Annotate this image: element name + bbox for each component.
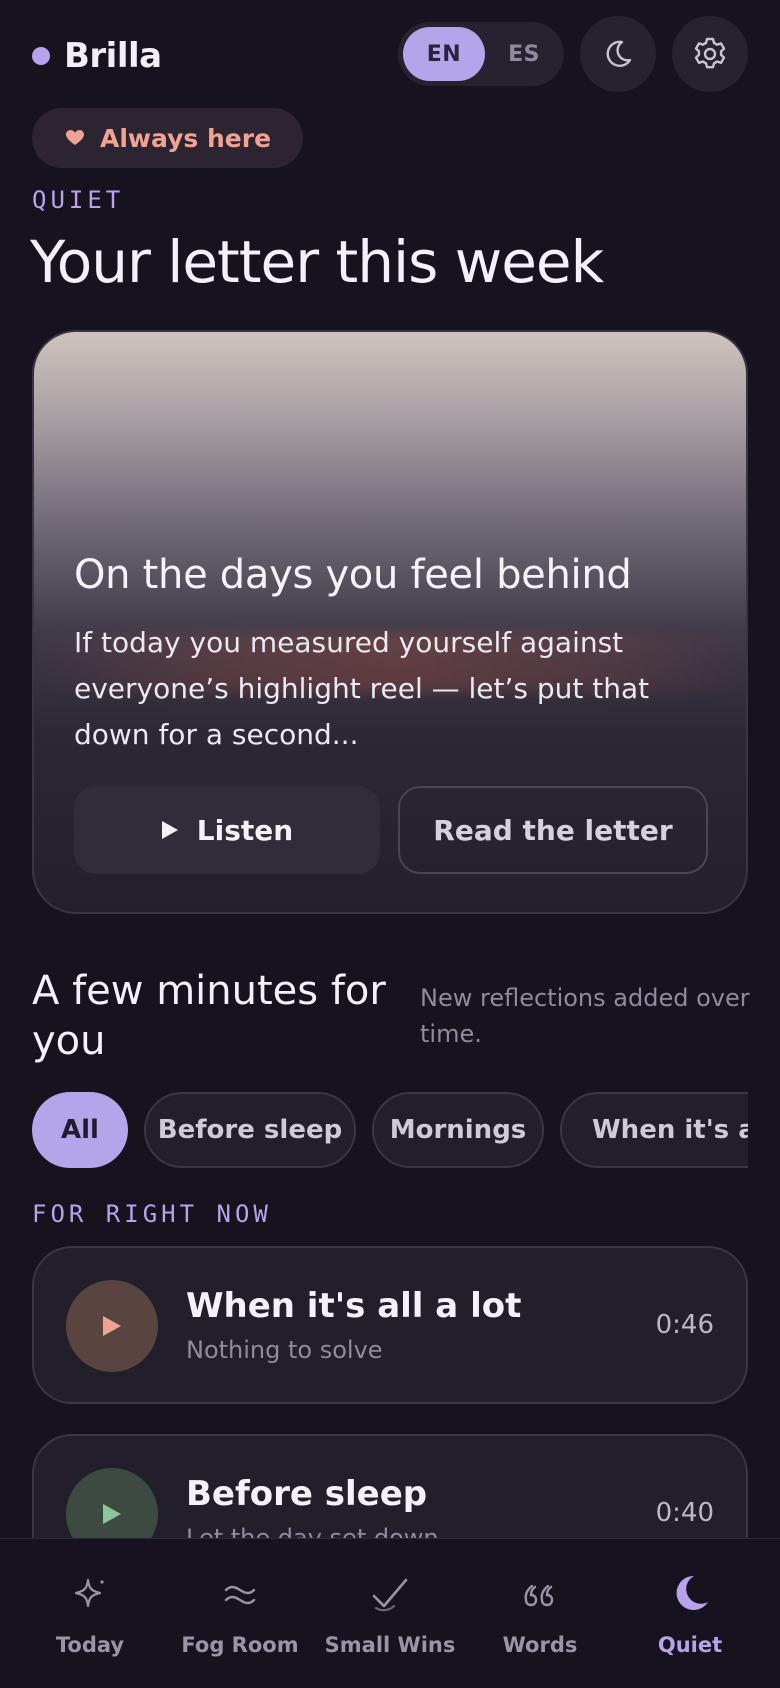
dark-mode-button[interactable] [580, 16, 656, 92]
gear-icon [694, 37, 726, 69]
weekly-letter-card: On the days you feel behind If today you… [32, 330, 748, 914]
filter-chip-before-sleep[interactable]: Before sleep [144, 1092, 356, 1168]
app-name: Brilla [64, 36, 162, 76]
waves-icon [220, 1569, 260, 1619]
nav-label: Words [502, 1633, 578, 1657]
filter-chip-when-its-a-lot[interactable]: When it's a lot [560, 1092, 748, 1168]
read-letter-label: Read the letter [433, 813, 673, 847]
always-here-label: Always here [100, 123, 272, 153]
section-subtitle: New reflections added over time. [420, 984, 750, 1048]
for-right-now-eyebrow: FOR RIGHT NOW [32, 1200, 272, 1228]
filter-chips: All Before sleep Mornings When it's a lo… [32, 1092, 748, 1168]
track-card[interactable]: When it's all a lot Nothing to solve 0:4… [32, 1246, 748, 1404]
language-toggle: EN ES [398, 22, 564, 86]
quote-icon [520, 1569, 560, 1619]
page-eyebrow: QUIET [32, 186, 125, 214]
nav-label: Fog Room [181, 1633, 299, 1657]
brand[interactable]: Brilla [32, 32, 162, 80]
heart-icon [66, 130, 84, 145]
moon-icon [668, 1569, 712, 1619]
nav-item-quiet[interactable]: Quiet [615, 1569, 765, 1657]
section-title: A few minutes for you [32, 968, 386, 1064]
nav-item-today[interactable]: Today [15, 1569, 165, 1657]
nav-label: Quiet [657, 1633, 723, 1657]
listen-label: Listen [196, 813, 294, 847]
nav-item-fog-room[interactable]: Fog Room [165, 1569, 315, 1657]
brand-dot [32, 47, 50, 65]
listen-button[interactable]: Listen [74, 786, 380, 874]
moon-icon [606, 40, 632, 67]
track-subtitle: Nothing to solve [186, 1336, 383, 1364]
letter-excerpt: If today you measured yourself against e… [74, 626, 650, 751]
play-icon [103, 1504, 121, 1524]
bottom-nav: Today Fog Room Small Wins Words Quiet [0, 1538, 780, 1688]
play-icon [103, 1316, 121, 1336]
track-title: Before sleep [186, 1474, 428, 1514]
filter-chip-mornings[interactable]: Mornings [372, 1092, 544, 1168]
lang-en-button[interactable]: EN [403, 27, 485, 81]
check-icon [368, 1569, 412, 1619]
always-here-badge[interactable]: Always here [32, 108, 304, 168]
track-play-button[interactable] [66, 1280, 158, 1372]
track-duration: 0:40 [655, 1498, 714, 1528]
nav-label: Today [55, 1633, 125, 1657]
letter-title: On the days you feel behind [74, 552, 632, 598]
nav-item-small-wins[interactable]: Small Wins [315, 1569, 465, 1657]
sparkle-icon [70, 1569, 110, 1619]
play-icon [161, 821, 178, 839]
page-title: Your letter this week [30, 228, 604, 296]
lang-es-button[interactable]: ES [489, 27, 559, 81]
read-letter-button[interactable]: Read the letter [398, 786, 708, 874]
nav-label: Small Wins [324, 1633, 456, 1657]
nav-item-words[interactable]: Words [465, 1569, 615, 1657]
filter-chip-all[interactable]: All [32, 1092, 128, 1168]
track-duration: 0:46 [655, 1310, 714, 1340]
settings-button[interactable] [672, 16, 748, 92]
track-title: When it's all a lot [186, 1286, 522, 1326]
